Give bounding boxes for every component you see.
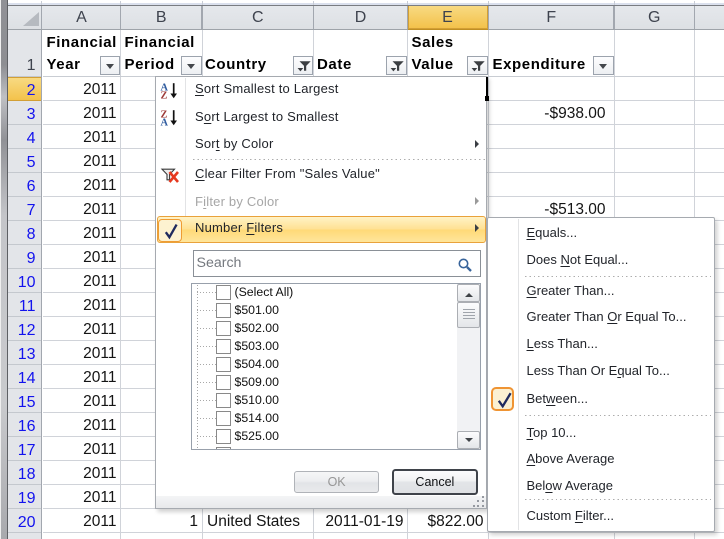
svg-text:A: A (161, 117, 169, 125)
svg-text:Z: Z (161, 91, 168, 99)
